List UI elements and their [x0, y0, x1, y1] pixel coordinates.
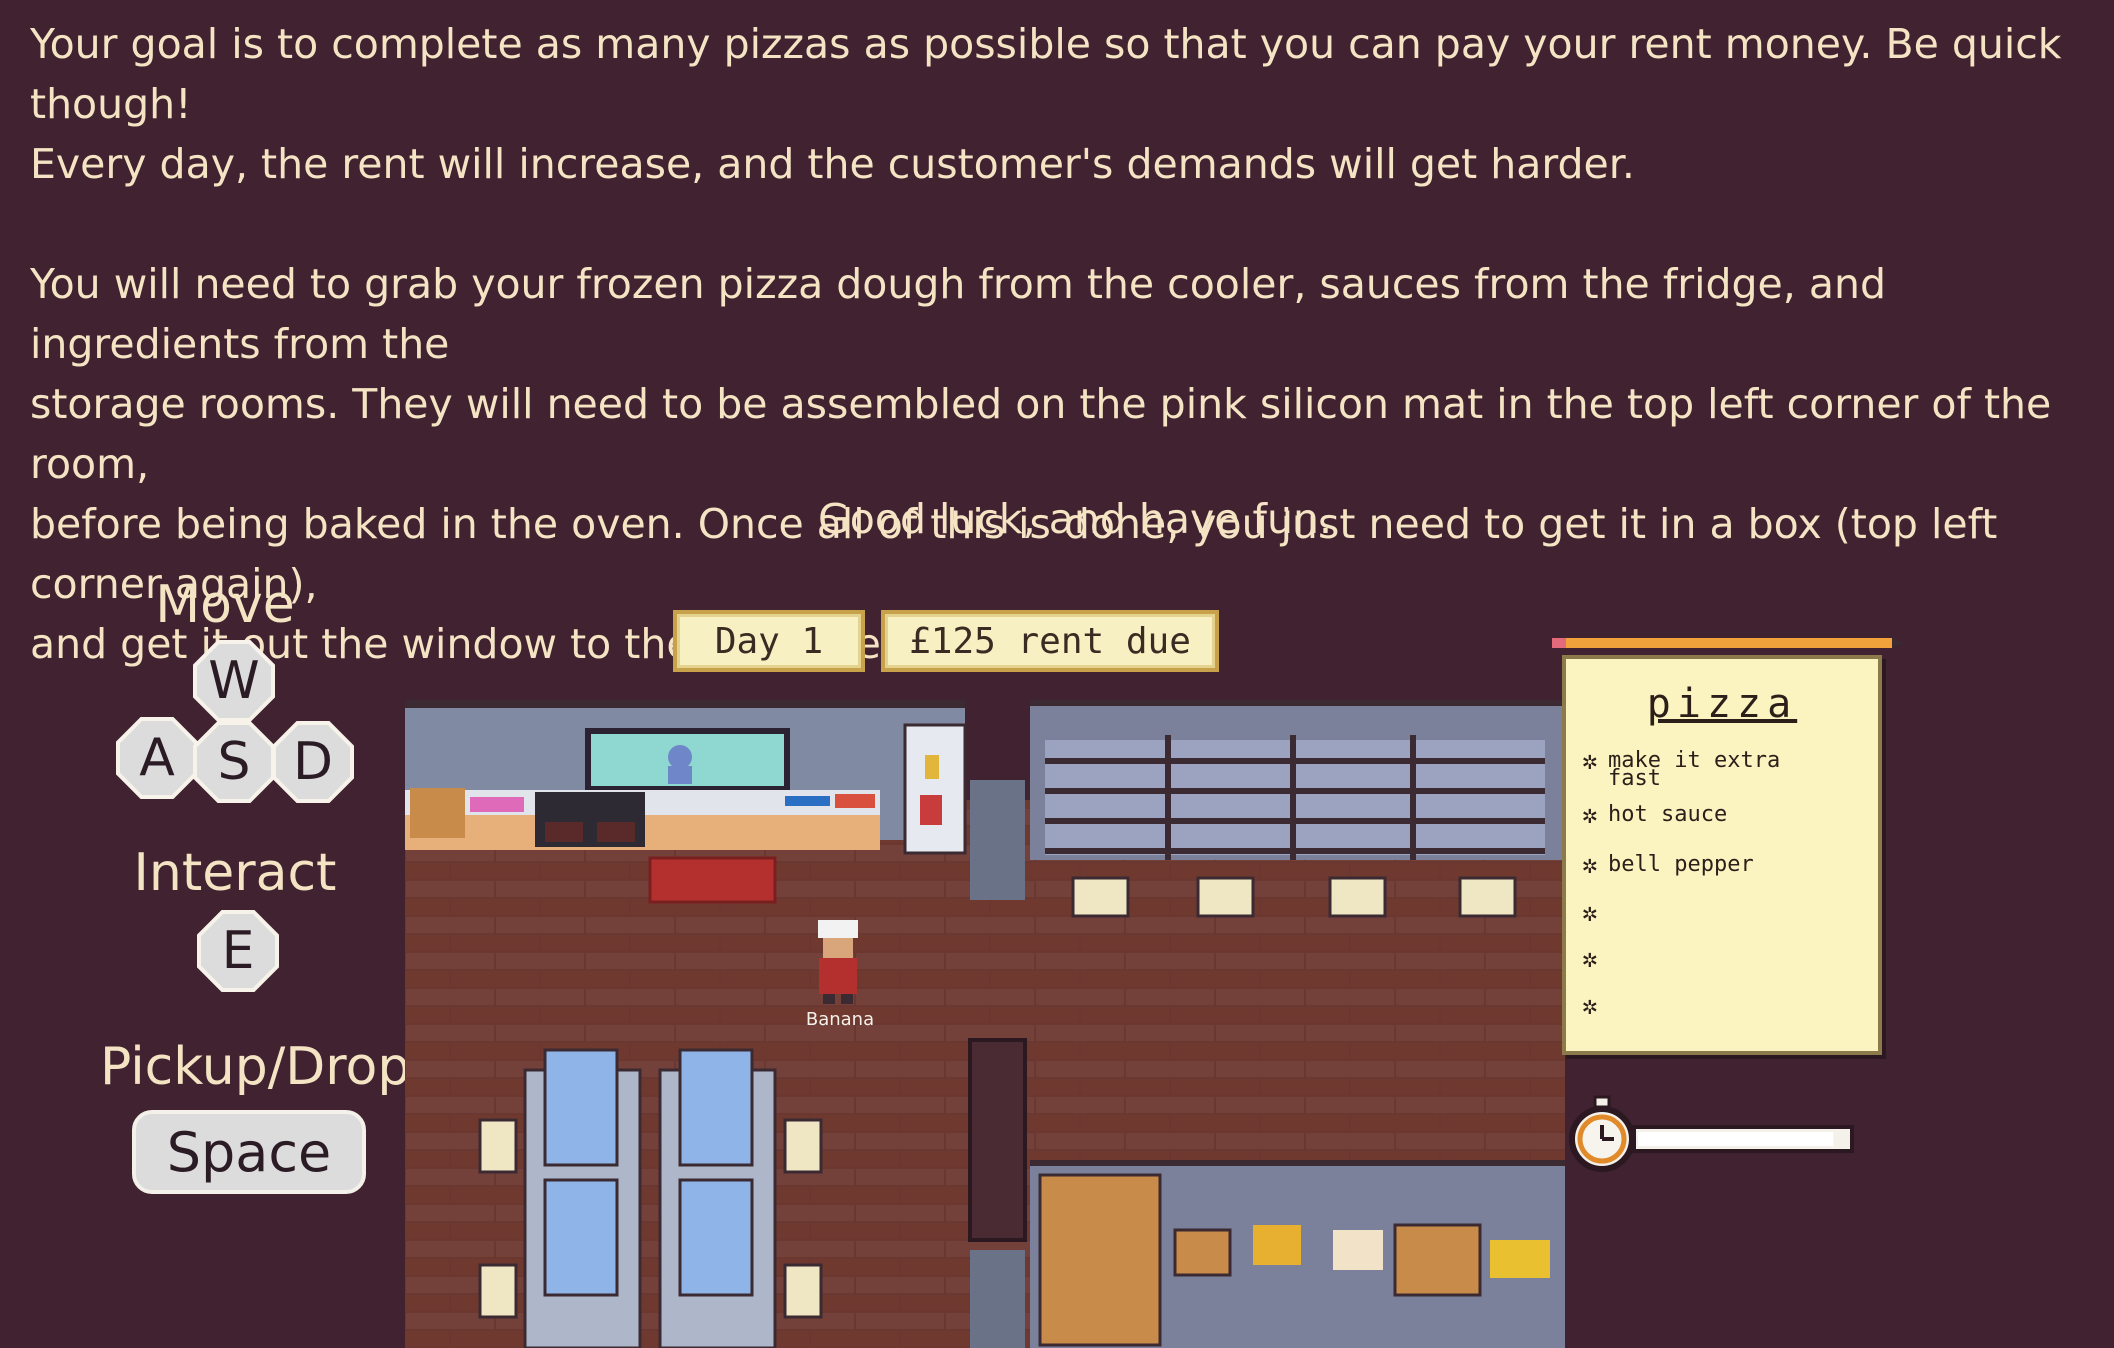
order-item: ✲: [1582, 991, 1598, 1021]
player-chef: [818, 920, 858, 1004]
order-item: ✲ hot sauce: [1582, 800, 1728, 830]
kitchen-scene: Banana: [405, 700, 1565, 1348]
order-item: ✲: [1582, 898, 1598, 928]
instructions-text: Your goal is to complete as many pizzas …: [30, 14, 2090, 674]
day-label: Day 1: [673, 610, 865, 672]
key-space: Space: [132, 1110, 366, 1194]
rent-label: £125 rent due: [881, 610, 1219, 672]
stopwatch-icon: [1569, 1095, 1635, 1172]
player-name: Banana: [806, 1009, 874, 1030]
notepad-rings: [1552, 638, 1904, 648]
pickup-title: Pickup/Drop: [100, 1037, 411, 1097]
rug: [648, 856, 777, 904]
order-notepad: pizza ✲ make it extra fast ✲ hot sauce ✲ be…: [1562, 655, 1882, 1055]
order-item: ✲: [1582, 944, 1598, 974]
interact-title: Interact: [133, 843, 337, 903]
fridge: [903, 723, 967, 855]
intro-line: Your goal is to complete as many pizzas …: [30, 20, 2062, 128]
pizza-boxes: [410, 788, 465, 838]
pink-mat: [470, 797, 524, 812]
intro-line: storage rooms. They will need to be asse…: [30, 380, 2052, 488]
shelves: [1045, 735, 1545, 860]
move-title: Move: [155, 575, 295, 635]
cabinet: [1038, 1173, 1162, 1347]
intro-line: You will need to grab your frozen pizza …: [30, 260, 1886, 368]
order-title: pizza: [1646, 681, 1798, 727]
order-item-cont: fast: [1608, 766, 1661, 791]
order-item: ✲ bell pepper: [1582, 850, 1754, 880]
intro-line: Every day, the rent will increase, and t…: [30, 140, 1635, 188]
order-timer: [1569, 1095, 1854, 1172]
good-luck-text: Good luck, and have fun.: [818, 495, 1332, 543]
timer-fill: [1638, 1132, 1834, 1146]
sink: [785, 796, 830, 806]
